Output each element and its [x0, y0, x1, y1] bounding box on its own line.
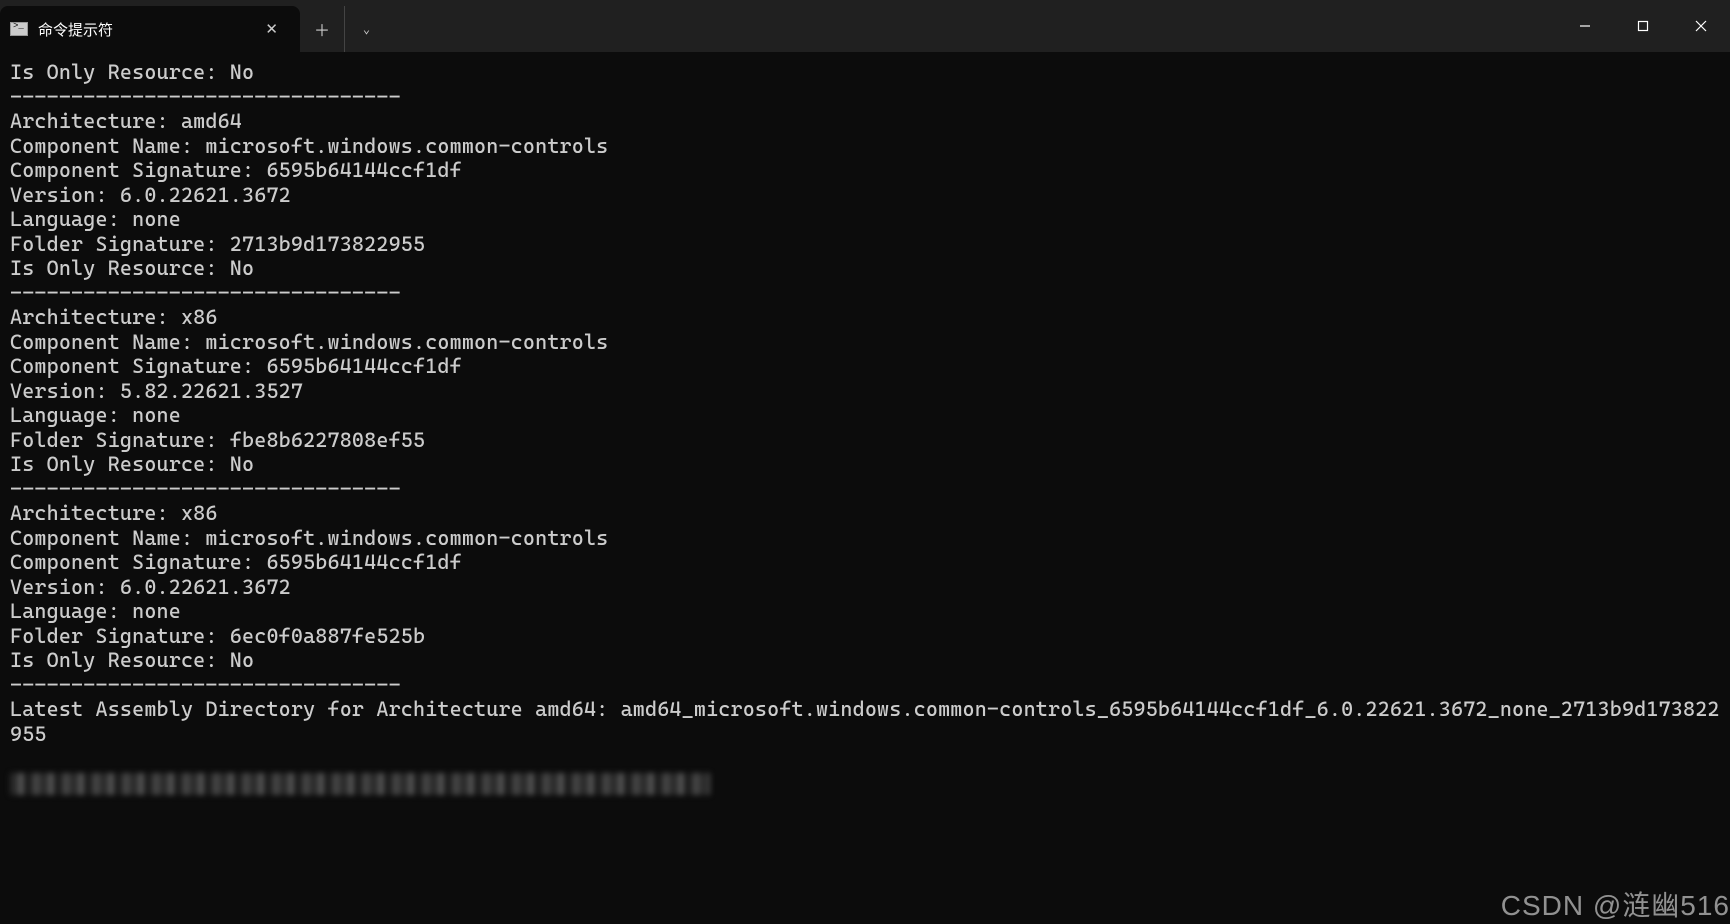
output-line: Is Only Resource: No: [10, 256, 254, 280]
active-tab[interactable]: 命令提示符 ✕: [0, 6, 300, 52]
output-line: Is Only Resource: No: [10, 60, 254, 84]
close-tab-button[interactable]: ✕: [257, 16, 286, 42]
output-line: Latest Assembly Directory for Architectu…: [10, 697, 1720, 746]
output-line: Language: none: [10, 403, 181, 427]
output-line: Folder Signature: fbe8b6227808ef55: [10, 428, 425, 452]
output-line: Version: 6.0.22621.3672: [10, 183, 291, 207]
output-divider: --------------------------------: [10, 281, 401, 305]
output-line: Folder Signature: 6ec0f0a887fe525b: [10, 624, 425, 648]
terminal-output[interactable]: Is Only Resource: No -------------------…: [0, 52, 1730, 924]
output-line: Component Name: microsoft.windows.common…: [10, 330, 608, 354]
titlebar: 命令提示符 ✕ ＋ ⌄: [0, 0, 1730, 52]
output-line: Architecture: amd64: [10, 109, 242, 133]
chevron-down-icon: ⌄: [363, 22, 370, 37]
redacted-path: [10, 773, 710, 795]
cmd-icon: [10, 22, 28, 36]
output-line: Language: none: [10, 207, 181, 231]
output-line: Architecture: x86: [10, 501, 218, 525]
output-line: Language: none: [10, 599, 181, 623]
titlebar-drag-area[interactable]: [388, 0, 1556, 52]
output-divider: --------------------------------: [10, 673, 401, 697]
output-line: Component Signature: 6595b64144ccf1df: [10, 158, 462, 182]
tab-title: 命令提示符: [38, 19, 247, 40]
maximize-button[interactable]: [1614, 0, 1672, 52]
output-line: Component Signature: 6595b64144ccf1df: [10, 550, 462, 574]
watermark-text: CSDN @涟幽516: [1501, 894, 1730, 919]
output-line: Is Only Resource: No: [10, 452, 254, 476]
tab-actions: ＋ ⌄: [300, 6, 388, 52]
window-controls: [1556, 0, 1730, 52]
output-line: Component Signature: 6595b64144ccf1df: [10, 354, 462, 378]
new-tab-button[interactable]: ＋: [300, 6, 344, 52]
output-line: Architecture: x86: [10, 305, 218, 329]
output-divider: --------------------------------: [10, 477, 401, 501]
output-divider: --------------------------------: [10, 85, 401, 109]
output-line: Folder Signature: 2713b9d173822955: [10, 232, 425, 256]
close-icon: [1695, 20, 1707, 32]
output-line: Component Name: microsoft.windows.common…: [10, 134, 608, 158]
output-line: Component Name: microsoft.windows.common…: [10, 526, 608, 550]
output-line: Is Only Resource: No: [10, 648, 254, 672]
terminal-window: 命令提示符 ✕ ＋ ⌄ Is Only Resource: No -------…: [0, 0, 1730, 924]
minimize-button[interactable]: [1556, 0, 1614, 52]
minimize-icon: [1579, 20, 1591, 32]
output-line: Version: 6.0.22621.3672: [10, 575, 291, 599]
output-line: Version: 5.82.22621.3527: [10, 379, 303, 403]
close-window-button[interactable]: [1672, 0, 1730, 52]
maximize-icon: [1637, 20, 1649, 32]
tab-dropdown-button[interactable]: ⌄: [344, 6, 388, 52]
